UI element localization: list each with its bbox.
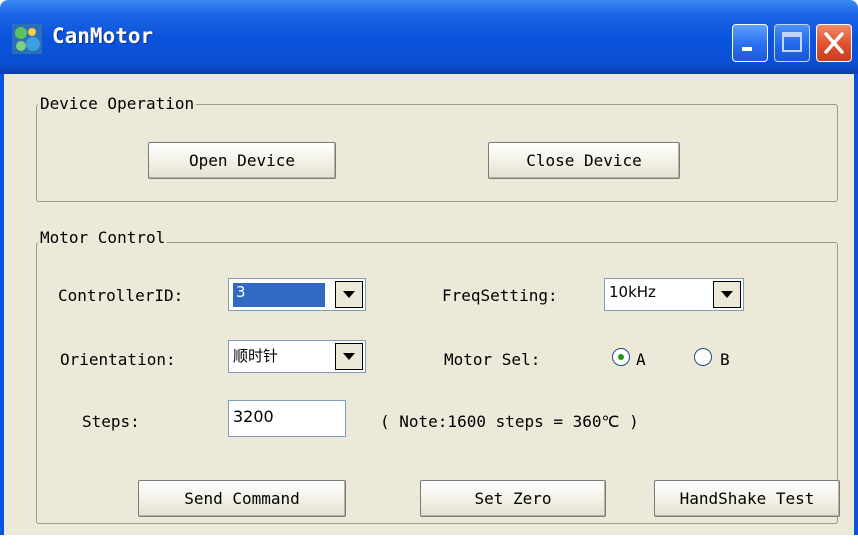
client-area: Device Operation Open Device Close Devic…	[0, 74, 858, 545]
motor-a-label[interactable]: A	[636, 350, 646, 369]
set-zero-button[interactable]: Set Zero	[420, 480, 606, 517]
maximize-icon	[782, 32, 802, 52]
send-command-button[interactable]: Send Command	[138, 480, 346, 517]
handshake-test-button[interactable]: HandShake Test	[654, 480, 840, 517]
motor-b-label[interactable]: B	[720, 350, 730, 369]
minimize-button[interactable]	[732, 24, 768, 62]
chevron-down-icon	[721, 291, 733, 298]
chevron-down-icon	[343, 291, 355, 298]
controller-id-label: ControllerID:	[58, 286, 184, 305]
steps-label: Steps:	[82, 412, 140, 431]
motor-a-radio[interactable]	[612, 348, 630, 366]
freq-dropdown-button[interactable]	[713, 281, 741, 308]
orientation-label: Orientation:	[60, 350, 176, 369]
minimize-icon	[742, 47, 752, 51]
device-operation-legend: Device Operation	[38, 94, 197, 113]
window-bottom-edge	[0, 535, 858, 545]
steps-input[interactable]: 3200	[228, 400, 346, 437]
motor-b-radio[interactable]	[694, 348, 712, 366]
app-icon	[12, 24, 42, 54]
steps-note: ( Note:1600 steps = 360℃ )	[380, 412, 639, 431]
freq-setting-label: FreqSetting:	[442, 286, 558, 305]
orientation-value: 顺时针	[233, 347, 279, 365]
open-device-button[interactable]: Open Device	[148, 142, 336, 179]
motor-control-legend: Motor Control	[38, 228, 168, 247]
close-icon	[824, 32, 844, 54]
radio-checked-dot	[618, 354, 624, 360]
freq-setting-combo[interactable]: 10kHz	[604, 278, 744, 311]
controller-id-dropdown-button[interactable]	[335, 281, 363, 308]
freq-setting-value: 10kHz	[609, 283, 656, 301]
title-bar[interactable]: CanMotor	[0, 0, 858, 74]
controller-id-combo[interactable]: 3	[228, 278, 366, 311]
orientation-dropdown-button[interactable]	[335, 343, 363, 370]
app-window: CanMotor Device Operation Open Device Cl…	[0, 0, 858, 545]
close-device-button[interactable]: Close Device	[488, 142, 680, 179]
maximize-button[interactable]	[774, 24, 810, 62]
orientation-combo[interactable]: 顺时针	[228, 340, 366, 373]
close-window-button[interactable]	[816, 24, 852, 62]
window-title: CanMotor	[52, 24, 154, 48]
chevron-down-icon	[343, 353, 355, 360]
controller-id-value: 3	[233, 283, 325, 307]
motor-sel-label: Motor Sel:	[444, 350, 541, 369]
